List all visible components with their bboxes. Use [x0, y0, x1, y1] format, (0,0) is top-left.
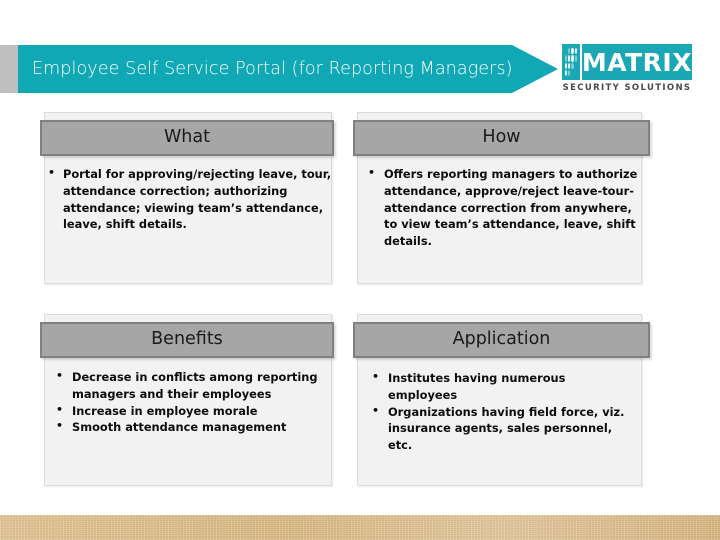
panel-how-heading-label: How: [482, 127, 521, 148]
panel-application-heading: Application: [353, 322, 650, 358]
list-item: Smooth attendance management: [50, 418, 330, 436]
list-item: Portal for approving/rejecting leave, to…: [46, 165, 332, 233]
panel-how-content: Offers reporting managers to authorize a…: [362, 165, 640, 250]
list-item: Institutes having numerous employees: [368, 369, 636, 404]
matrix-logo: MATRIX SECURITY SOLUTIONS: [562, 44, 692, 96]
list-item: Increase in employee morale: [50, 402, 330, 420]
panel-what-heading: What: [40, 120, 334, 156]
panel-what-bullet-list: Portal for approving/rejecting leave, to…: [46, 165, 332, 233]
panel-benefits-bullet-list: Decrease in conflicts among reporting ma…: [50, 368, 330, 436]
panel-what-content: Portal for approving/rejecting leave, to…: [46, 165, 332, 233]
panel-application-heading-label: Application: [452, 329, 551, 350]
panel-how-heading: How: [353, 120, 650, 156]
title-banner: Employee Self Service Portal (for Report…: [18, 45, 558, 93]
logo-dots-icon: [562, 44, 580, 80]
logo-mark-row: MATRIX: [562, 44, 692, 80]
panel-how-bullet-list: Offers reporting managers to authorize a…: [362, 165, 640, 250]
page-title: Employee Self Service Portal (for Report…: [32, 59, 513, 79]
list-item: Decrease in conflicts among reporting ma…: [50, 368, 330, 403]
panel-application-content: Institutes having numerous employees Org…: [368, 369, 636, 454]
panel-benefits-heading-label: Benefits: [151, 329, 223, 350]
list-item: Offers reporting managers to authorize a…: [362, 165, 640, 250]
logo-tagline: SECURITY SOLUTIONS: [562, 83, 692, 93]
panel-application-bullet-list: Institutes having numerous employees Org…: [368, 369, 636, 454]
slide-root: Employee Self Service Portal (for Report…: [0, 0, 720, 540]
panel-what-heading-label: What: [164, 127, 210, 148]
panel-benefits-heading: Benefits: [40, 322, 334, 358]
logo-wordmark: MATRIX: [581, 44, 692, 80]
header-left-accent-bar: [0, 45, 18, 93]
list-item: Organizations having field force, viz. i…: [368, 403, 636, 454]
footer-texture-band: [0, 515, 720, 540]
panel-benefits-content: Decrease in conflicts among reporting ma…: [50, 368, 330, 436]
